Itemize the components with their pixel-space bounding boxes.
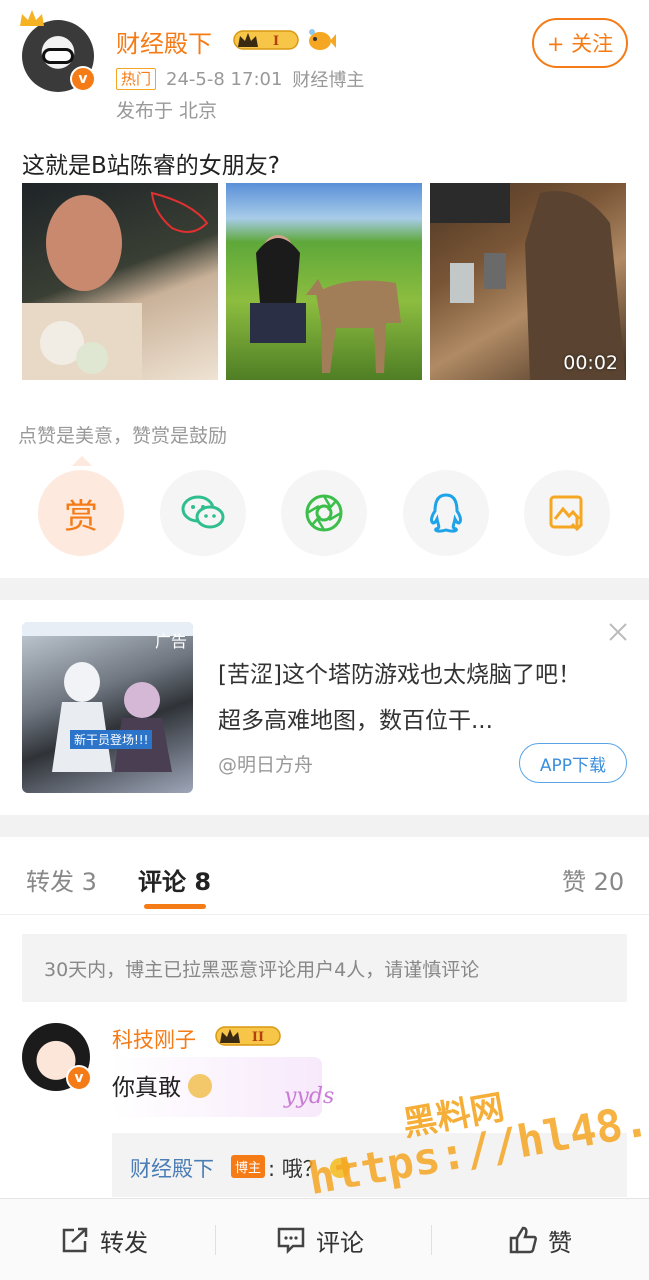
publish-location: 发布于 北京 bbox=[116, 100, 218, 122]
post-video-thumbnail[interactable]: 00:02 bbox=[430, 183, 626, 380]
tab-divider bbox=[0, 914, 649, 915]
verified-icon: v bbox=[66, 1065, 92, 1091]
comment-text: 你真敢 bbox=[112, 1068, 213, 1102]
ad-title[interactable]: [苦涩]这个塔防游戏也太烧脑了吧！ 超多高难地图，数百位干... bbox=[218, 652, 608, 744]
section-divider bbox=[0, 815, 649, 837]
share-wechat-button[interactable] bbox=[160, 470, 246, 556]
post-photo-1[interactable] bbox=[22, 183, 218, 380]
reward-pointer bbox=[72, 456, 92, 466]
avatar-glasses bbox=[42, 48, 74, 64]
like-label: 赞 bbox=[548, 1228, 572, 1257]
hot-tag: 热门 bbox=[116, 68, 157, 90]
reward-prompt: 点赞是美意，赞赏是鼓励 bbox=[18, 425, 228, 447]
close-icon[interactable] bbox=[606, 620, 630, 644]
crown-icon bbox=[20, 10, 44, 26]
vip-level-badge: I bbox=[233, 30, 299, 50]
comment-button[interactable]: 评论 bbox=[276, 1199, 364, 1280]
commenter-name[interactable]: 科技刚子 bbox=[112, 1024, 196, 1054]
yyds-sticker: yyds bbox=[284, 1084, 335, 1109]
author-name[interactable]: 财经殿下 bbox=[116, 24, 212, 59]
ad-image[interactable]: 广告 新干员登场!!! bbox=[22, 622, 193, 793]
photo-illustration bbox=[250, 235, 401, 373]
bar-separator bbox=[431, 1225, 432, 1255]
video-duration: 00:02 bbox=[563, 352, 618, 374]
bar-separator bbox=[215, 1225, 216, 1255]
ad-source[interactable]: @明日方舟 bbox=[218, 750, 313, 777]
reply-author-name[interactable]: 财经殿下 bbox=[130, 1153, 214, 1183]
post-photo-2[interactable] bbox=[226, 183, 422, 380]
author-role: 财经博主 bbox=[292, 70, 365, 91]
app-download-button[interactable]: APP下载 bbox=[519, 743, 627, 783]
thumbs-up-icon bbox=[509, 1226, 537, 1254]
author-avatar[interactable]: v bbox=[22, 20, 96, 92]
qq-icon bbox=[430, 493, 462, 533]
reward-icon: 赏 bbox=[64, 496, 98, 537]
bottom-action-bar: 转发 评论 赞 bbox=[0, 1198, 649, 1280]
follow-button[interactable]: + 关注 bbox=[532, 18, 628, 68]
vip-level-text: I bbox=[273, 34, 279, 49]
tab-like[interactable]: 赞 20 bbox=[562, 862, 624, 897]
tab-repost[interactable]: 转发 3 bbox=[26, 862, 97, 897]
vip-level-text: II bbox=[252, 1030, 264, 1045]
ad-banner-text: 新干员登场!!! bbox=[70, 730, 153, 749]
post-timestamp: 24-5-8 17:01 bbox=[166, 68, 283, 90]
like-button[interactable]: 赞 bbox=[508, 1199, 572, 1280]
photo-illustration bbox=[430, 183, 626, 380]
doge-emoji-icon bbox=[188, 1074, 213, 1098]
verified-icon: v bbox=[70, 66, 96, 92]
section-divider bbox=[0, 578, 649, 600]
commenter-avatar[interactable]: v bbox=[22, 1023, 92, 1091]
share-moments-button[interactable] bbox=[281, 470, 367, 556]
tab-comment[interactable]: 评论 8 bbox=[138, 862, 211, 897]
post-meta: 热门 24-5-8 17:01 财经博主 bbox=[116, 66, 364, 92]
photo-illustration bbox=[22, 191, 209, 380]
share-qq-button[interactable] bbox=[403, 470, 489, 556]
repost-icon bbox=[62, 1227, 88, 1253]
wechat-icon bbox=[181, 495, 225, 529]
author-tag: 博主 bbox=[231, 1155, 266, 1178]
save-image-button[interactable] bbox=[524, 470, 610, 556]
vip-level-badge: II bbox=[215, 1026, 281, 1046]
reward-button[interactable]: 赏 bbox=[38, 470, 124, 556]
moments-icon bbox=[305, 494, 343, 532]
comment-label: 评论 bbox=[316, 1228, 364, 1257]
comment-notice: 30天内，博主已拉黑恶意评论用户4人，请谨慎评论 bbox=[22, 934, 627, 1002]
repost-button[interactable]: 转发 bbox=[60, 1199, 148, 1280]
comment-text-content: 你真敢 bbox=[112, 1075, 181, 1101]
ad-tag: 广告 bbox=[154, 632, 187, 651]
repost-label: 转发 bbox=[100, 1228, 148, 1257]
comment-icon bbox=[277, 1227, 305, 1255]
save-image-icon bbox=[549, 495, 584, 532]
tab-active-indicator bbox=[144, 904, 206, 909]
post-text: 这就是B站陈睿的女朋友? bbox=[22, 153, 280, 179]
fish-emoji-icon bbox=[309, 29, 336, 50]
